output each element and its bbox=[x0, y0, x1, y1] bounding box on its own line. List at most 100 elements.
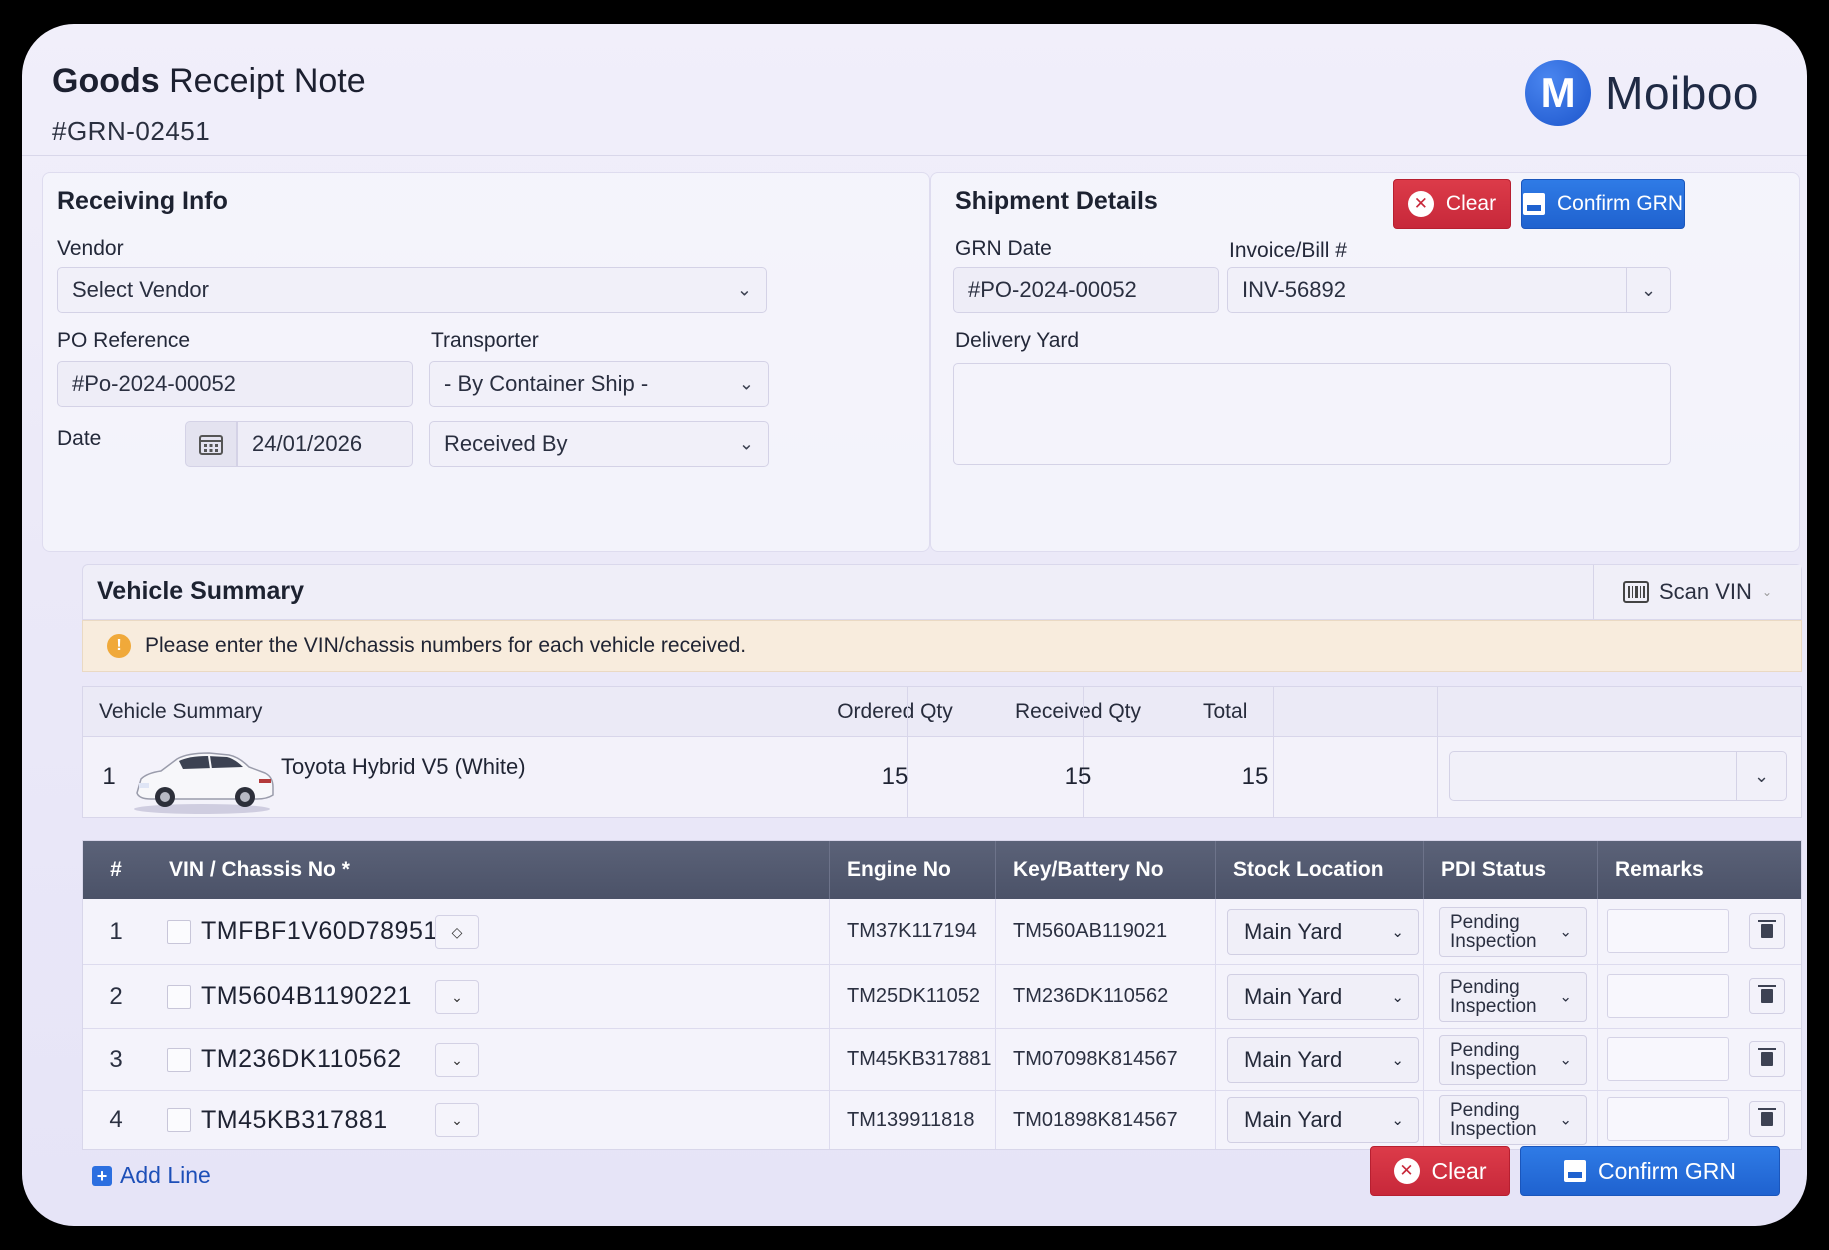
engine-no[interactable]: TM45KB317881 bbox=[847, 1029, 992, 1090]
clear-button-label: Clear bbox=[1445, 192, 1497, 215]
divider bbox=[1215, 899, 1216, 1149]
received-by-value: Received By bbox=[444, 431, 568, 456]
pdi-status-line1: Pending bbox=[1450, 1100, 1520, 1121]
warning-icon: ! bbox=[107, 634, 131, 658]
vin-dropdown-button[interactable]: ⌄ bbox=[435, 1043, 479, 1077]
receiving-info-panel: Receiving Info Vendor Select Vendor ⌄ PO… bbox=[42, 172, 930, 552]
confirm-grn-button-bottom[interactable]: Confirm GRN bbox=[1520, 1146, 1780, 1196]
stock-location-select[interactable]: Main Yard ⌄ bbox=[1227, 909, 1419, 955]
row-checkbox[interactable] bbox=[167, 919, 191, 944]
summary-vehicle-name: Toyota Hybrid V5 (White) bbox=[281, 754, 526, 779]
scan-vin-label: Scan VIN bbox=[1659, 579, 1752, 604]
save-icon bbox=[1522, 193, 1545, 215]
summary-row-select[interactable]: ⌄ bbox=[1449, 751, 1787, 801]
page-title-rest: Receipt Note bbox=[159, 62, 366, 100]
po-reference-input[interactable]: #Po-2024-00052 bbox=[57, 361, 413, 407]
vendor-select[interactable]: Select Vendor ⌄ bbox=[57, 267, 767, 313]
pdi-status-select[interactable]: Pending Inspection ⌄ bbox=[1439, 1095, 1587, 1145]
vin-cell: TM5604B1190221 bbox=[167, 965, 412, 1028]
table-row: 4 TM45KB317881 ⌄ TM139911818 TM01898K814… bbox=[83, 1091, 1801, 1149]
remarks-input[interactable] bbox=[1607, 974, 1729, 1018]
delete-row-button[interactable] bbox=[1749, 1101, 1785, 1137]
vin-cell: TM236DK110562 bbox=[167, 1029, 402, 1090]
barcode-icon bbox=[1623, 581, 1649, 603]
col-engine: Engine No bbox=[847, 858, 951, 881]
delete-row-button[interactable] bbox=[1749, 978, 1785, 1014]
summary-row-index: 1 bbox=[102, 763, 116, 790]
vin-dropdown-button[interactable]: ⌄ bbox=[435, 1103, 479, 1137]
vin-alert-text: Please enter the VIN/chassis numbers for… bbox=[145, 634, 747, 657]
pdi-status-value: Pending Inspection bbox=[1450, 1041, 1537, 1079]
row-index: 3 bbox=[109, 1045, 123, 1073]
divider bbox=[1423, 841, 1424, 899]
remarks-input[interactable] bbox=[1607, 909, 1729, 953]
pdi-status-select[interactable]: Pending Inspection ⌄ bbox=[1439, 1035, 1587, 1085]
key-battery-no[interactable]: TM560AB119021 bbox=[1013, 899, 1167, 964]
stock-location-select[interactable]: Main Yard ⌄ bbox=[1227, 974, 1419, 1020]
pdi-status-select[interactable]: Pending Inspection ⌄ bbox=[1439, 907, 1587, 957]
transporter-select[interactable]: - By Container Ship - ⌄ bbox=[429, 361, 769, 407]
chevron-down-icon: ⌄ bbox=[1559, 988, 1572, 1006]
delivery-yard-label: Delivery Yard bbox=[955, 329, 1080, 352]
invoice-value: INV-56892 bbox=[1242, 277, 1346, 302]
vin-dropdown-button[interactable]: ⌄ bbox=[435, 980, 479, 1014]
table-row: 2 TM5604B1190221 ⌄ TM25DK11052 TM236DK11… bbox=[83, 965, 1801, 1029]
vehicle-summary-table: Vehicle Summary Ordered Qty Received Qty… bbox=[82, 686, 1802, 818]
vendor-label: Vendor bbox=[57, 237, 124, 260]
row-checkbox[interactable] bbox=[167, 1108, 191, 1132]
page-title-bold: Goods bbox=[52, 62, 160, 100]
confirm-grn-button-top[interactable]: Confirm GRN bbox=[1521, 179, 1685, 229]
plus-icon: + bbox=[92, 1165, 112, 1186]
scan-vin-button[interactable]: Scan VIN ⌄ bbox=[1593, 565, 1801, 619]
chevron-down-icon: ⌄ bbox=[736, 279, 752, 300]
vin-value[interactable]: TM45KB317881 bbox=[201, 1106, 388, 1135]
clear-button-bottom[interactable]: ✕ Clear bbox=[1370, 1146, 1510, 1196]
chevron-down-icon: ⌄ bbox=[738, 373, 754, 394]
po-reference-value: #Po-2024-00052 bbox=[72, 371, 236, 396]
stock-location-value: Main Yard bbox=[1244, 919, 1343, 944]
delete-row-button[interactable] bbox=[1749, 1041, 1785, 1077]
logo-text: Moiboo bbox=[1605, 67, 1759, 119]
brand-logo: M Moiboo bbox=[1525, 60, 1759, 126]
delivery-yard-textarea[interactable] bbox=[953, 363, 1671, 465]
divider bbox=[829, 899, 830, 1149]
stock-location-select[interactable]: Main Yard ⌄ bbox=[1227, 1097, 1419, 1143]
key-battery-no[interactable]: TM01898K814567 bbox=[1013, 1091, 1178, 1149]
clear-button-top[interactable]: ✕ Clear bbox=[1393, 179, 1511, 229]
row-index: 2 bbox=[109, 982, 123, 1010]
key-battery-no[interactable]: TM236DK110562 bbox=[1013, 965, 1168, 1028]
summary-ordered-qty: 15 bbox=[881, 763, 909, 790]
pdi-status-select[interactable]: Pending Inspection ⌄ bbox=[1439, 972, 1587, 1022]
add-line-button[interactable]: + Add Line bbox=[92, 1162, 211, 1189]
received-by-select[interactable]: Received By ⌄ bbox=[429, 421, 769, 467]
trash-icon bbox=[1758, 1048, 1776, 1066]
vin-value[interactable]: TM236DK110562 bbox=[201, 1045, 402, 1074]
calendar-icon[interactable] bbox=[185, 421, 237, 467]
remarks-input[interactable] bbox=[1607, 1097, 1729, 1141]
vin-cell: TM45KB317881 bbox=[167, 1091, 388, 1149]
chevron-down-icon: ⌄ bbox=[1391, 989, 1404, 1006]
stock-location-select[interactable]: Main Yard ⌄ bbox=[1227, 1037, 1419, 1083]
engine-no[interactable]: TM25DK11052 bbox=[847, 965, 980, 1028]
remarks-input[interactable] bbox=[1607, 1037, 1729, 1081]
engine-no[interactable]: TM37K117194 bbox=[847, 899, 977, 964]
delete-row-button[interactable] bbox=[1749, 913, 1785, 949]
key-battery-no[interactable]: TM07098K814567 bbox=[1013, 1029, 1178, 1090]
invoice-select[interactable]: INV-56892 ⌄ bbox=[1227, 267, 1671, 313]
chevron-down-icon[interactable]: ⌄ bbox=[1626, 268, 1670, 312]
trash-icon bbox=[1758, 985, 1776, 1003]
col-index: # bbox=[110, 858, 122, 881]
chevron-down-icon: ⌄ bbox=[1391, 924, 1404, 941]
vin-value[interactable]: TM5604B1190221 bbox=[201, 982, 412, 1011]
grn-date-label: GRN Date bbox=[955, 237, 1052, 260]
col-vin: VIN / Chassis No * bbox=[169, 858, 350, 881]
row-checkbox[interactable] bbox=[167, 984, 191, 1009]
vin-options-button[interactable]: ◇ bbox=[435, 915, 479, 949]
date-input[interactable]: 24/01/2026 bbox=[237, 421, 413, 467]
divider bbox=[1597, 841, 1598, 899]
engine-no[interactable]: TM139911818 bbox=[847, 1091, 975, 1149]
pdi-status-line2: Inspection bbox=[1450, 1119, 1537, 1140]
grn-date-input[interactable]: #PO-2024-00052 bbox=[953, 267, 1219, 313]
row-checkbox[interactable] bbox=[167, 1047, 191, 1072]
vin-value[interactable]: TMFBF1V60D78951 bbox=[201, 917, 438, 946]
